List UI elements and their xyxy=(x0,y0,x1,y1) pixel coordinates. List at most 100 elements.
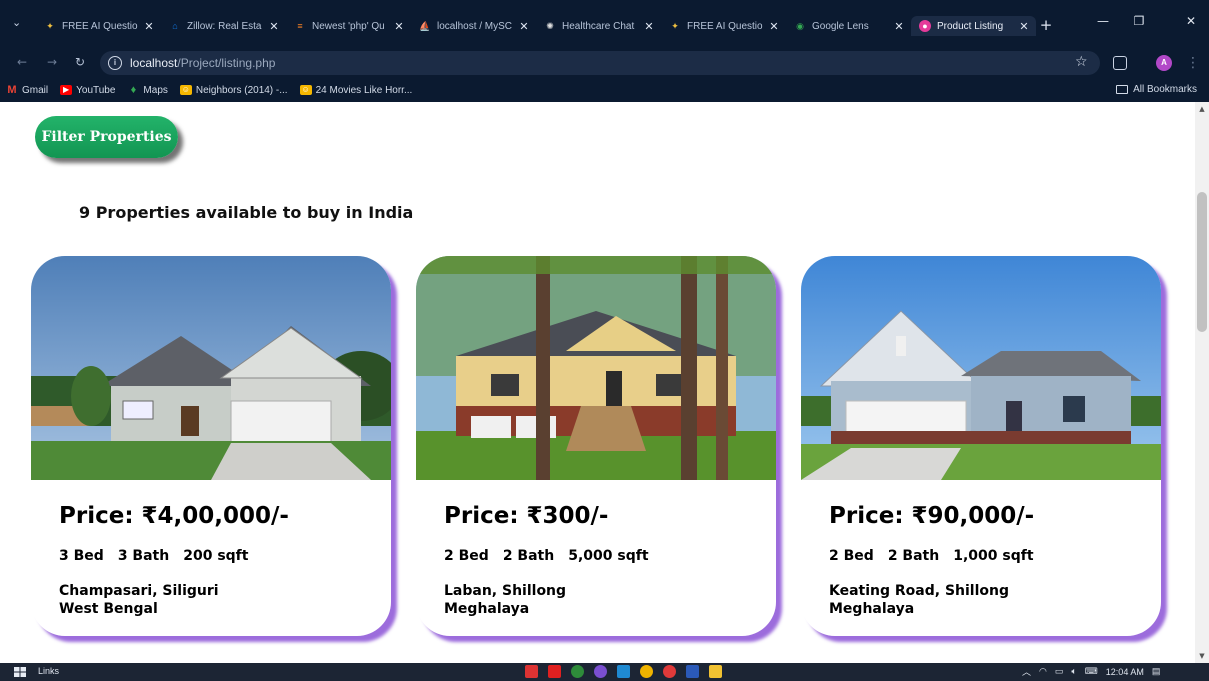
back-arrow-icon[interactable]: ← xyxy=(14,54,30,70)
listing-specs: 2 Bed 2 Bath 5,000 sqft xyxy=(444,548,663,564)
listing-price: Price: ₹4,00,000/- xyxy=(59,503,289,529)
bookmark-star-icon[interactable]: ☆ xyxy=(1075,54,1088,70)
page-title: 9 Properties available to buy in India xyxy=(79,203,414,222)
ai-logo-icon: ✦ xyxy=(46,20,54,31)
close-icon[interactable]: ✕ xyxy=(268,20,280,33)
property-photo xyxy=(416,256,776,480)
vscode-icon[interactable] xyxy=(617,665,630,678)
system-tray: ︿ ◠ ▭ 🔈︎ ⌨︎ 12:04 AM ▤ xyxy=(1022,665,1168,678)
listing-price: Price: ₹300/- xyxy=(444,503,609,529)
tab-zillow[interactable]: ⌂ Zillow: Real Esta ✕ xyxy=(161,16,286,36)
close-icon[interactable]: ✕ xyxy=(1018,20,1030,33)
bookmark-label: Neighbors (2014) -... xyxy=(195,84,288,96)
page-scrollbar[interactable]: ▲ ▼ xyxy=(1195,102,1209,663)
file-explorer-icon[interactable] xyxy=(709,665,722,678)
listing-beds: 3 Bed xyxy=(59,548,104,564)
stackoverflow-icon: ≡ xyxy=(297,21,303,31)
scroll-down-arrow-icon[interactable]: ▼ xyxy=(1195,649,1209,663)
bookmark-gmail[interactable]: M Gmail xyxy=(6,85,48,96)
tab-healthcare-chat[interactable]: ✺ Healthcare Chat ✕ xyxy=(536,16,661,36)
tab-search-chevron-icon[interactable]: ⌄ xyxy=(12,16,21,29)
scrollbar-thumb[interactable] xyxy=(1197,192,1207,332)
listing-beds: 2 Bed xyxy=(829,548,874,564)
profile-avatar[interactable]: A xyxy=(1156,55,1172,71)
bookmark-label: Gmail xyxy=(22,84,49,96)
close-icon[interactable]: ✕ xyxy=(768,20,780,33)
taskbar-links-toolbar[interactable]: Links xyxy=(38,666,59,676)
xbox-icon[interactable] xyxy=(571,665,584,678)
listing-locality: Laban, Shillong xyxy=(444,583,567,599)
listing-specs: 2 Bed 2 Bath 1,000 sqft xyxy=(829,548,1048,564)
bookmark-maps[interactable]: ♦ Maps xyxy=(127,85,168,96)
listing-state: West Bengal xyxy=(59,601,158,617)
tab-localhost-mysql[interactable]: ⛵ localhost / MySC ✕ xyxy=(411,16,536,36)
listing-baths: 3 Bath xyxy=(117,548,170,564)
address-bar[interactable]: i localhost/Project/listing.php ☆ xyxy=(100,51,1100,75)
app-icon-purple[interactable] xyxy=(594,665,607,678)
new-tab-button[interactable]: + xyxy=(1036,16,1056,36)
close-icon[interactable]: ✕ xyxy=(893,20,905,33)
zillow-icon: ⌂ xyxy=(172,21,178,31)
app-icon-red[interactable] xyxy=(525,665,538,678)
close-icon[interactable]: ✕ xyxy=(518,20,530,33)
bookmark-site-icon: ☺ xyxy=(299,85,312,95)
ai-logo-icon: ✦ xyxy=(671,20,679,31)
listing-location: Keating Road, Shillong Meghalaya xyxy=(829,582,1009,618)
close-icon[interactable]: ✕ xyxy=(643,20,655,33)
bookmark-24-movies[interactable]: ☺ 24 Movies Like Horr... xyxy=(299,84,413,96)
url-path: /Project/listing.php xyxy=(177,56,276,70)
tab-newest-php[interactable]: ≡ Newest 'php' Qu ✕ xyxy=(286,16,411,36)
google-lens-icon: ◉ xyxy=(796,20,804,31)
property-card[interactable]: Price: ₹300/- 2 Bed 2 Bath 5,000 sqft Laba… xyxy=(416,256,776,636)
url-text[interactable]: localhost/Project/listing.php xyxy=(130,56,275,70)
notifications-icon[interactable]: ▤ xyxy=(1152,666,1161,677)
tab-label: Healthcare Chat xyxy=(562,20,635,32)
bookmark-youtube[interactable]: ▶ YouTube xyxy=(60,85,115,96)
reload-icon[interactable]: ↻ xyxy=(72,54,88,70)
listing-locality: Champasari, Siliguri xyxy=(59,583,219,599)
site-info-icon[interactable]: i xyxy=(108,56,122,70)
listing-locality: Keating Road, Shillong xyxy=(829,583,1010,599)
scroll-up-arrow-icon[interactable]: ▲ xyxy=(1195,102,1209,116)
property-photo xyxy=(801,256,1161,480)
keyboard-icon[interactable]: ⌨︎ xyxy=(1085,666,1098,677)
close-icon[interactable]: ✕ xyxy=(143,20,155,33)
tab-label: Product Listing xyxy=(937,20,1004,32)
tab-free-ai-question-2[interactable]: ✦ FREE AI Questio ✕ xyxy=(661,16,786,36)
tray-chevron-icon[interactable]: ︿ xyxy=(1022,665,1031,678)
listing-area: 1,000 sqft xyxy=(953,548,1034,564)
extensions-icon[interactable] xyxy=(1113,56,1127,70)
forward-arrow-icon[interactable]: → xyxy=(44,54,60,70)
all-bookmarks-label: All Bookmarks xyxy=(1133,84,1197,95)
close-icon[interactable]: ✕ xyxy=(393,20,405,33)
filter-properties-button[interactable]: Filter Properties xyxy=(35,116,178,158)
bookmark-label: 24 Movies Like Horr... xyxy=(315,84,413,96)
restore-icon[interactable]: ❐ xyxy=(1129,14,1149,28)
tab-strip: ⌄ ✦ FREE AI Questio ✕ ⌂ Zillow: Real Est… xyxy=(0,0,1209,48)
tab-label: Zillow: Real Esta xyxy=(187,20,262,32)
clock[interactable]: 12:04 AM xyxy=(1106,667,1144,677)
all-bookmarks-button[interactable]: All Bookmarks xyxy=(1116,84,1197,95)
youtube-icon: ▶ xyxy=(60,85,73,95)
windows-start-icon[interactable] xyxy=(14,667,26,677)
battery-icon[interactable]: ▭ xyxy=(1055,666,1064,677)
tab-product-listing[interactable]: ● Product Listing ✕ xyxy=(911,16,1036,36)
bookmark-neighbors[interactable]: ☺ Neighbors (2014) -... xyxy=(179,84,288,96)
property-card[interactable]: Price: ₹90,000/- 2 Bed 2 Bath 1,000 sqft K… xyxy=(801,256,1161,636)
phpmyadmin-icon: ⛵ xyxy=(419,20,431,31)
volume-icon[interactable]: 🔈︎ xyxy=(1071,666,1076,677)
word-icon[interactable] xyxy=(686,665,699,678)
tab-free-ai-question-1[interactable]: ✦ FREE AI Questio ✕ xyxy=(36,16,161,36)
chrome-icon[interactable] xyxy=(640,665,653,678)
listing-location: Champasari, Siliguri West Bengal xyxy=(59,582,219,618)
browser-menu-icon[interactable]: ⋮ xyxy=(1186,53,1200,73)
property-card[interactable]: Price: ₹4,00,000/- 3 Bed 3 Bath 200 sqft C… xyxy=(31,256,391,636)
tab-label: FREE AI Questio xyxy=(62,20,138,32)
app-icon-record[interactable] xyxy=(663,665,676,678)
bookmark-label: YouTube xyxy=(76,84,116,96)
window-close-icon[interactable]: ✕ xyxy=(1181,14,1201,28)
minimize-icon[interactable]: — xyxy=(1093,14,1113,28)
youtube-icon[interactable] xyxy=(548,665,561,678)
tab-google-lens[interactable]: ◉ Google Lens ✕ xyxy=(786,16,911,36)
wifi-icon[interactable]: ◠ xyxy=(1039,666,1047,677)
